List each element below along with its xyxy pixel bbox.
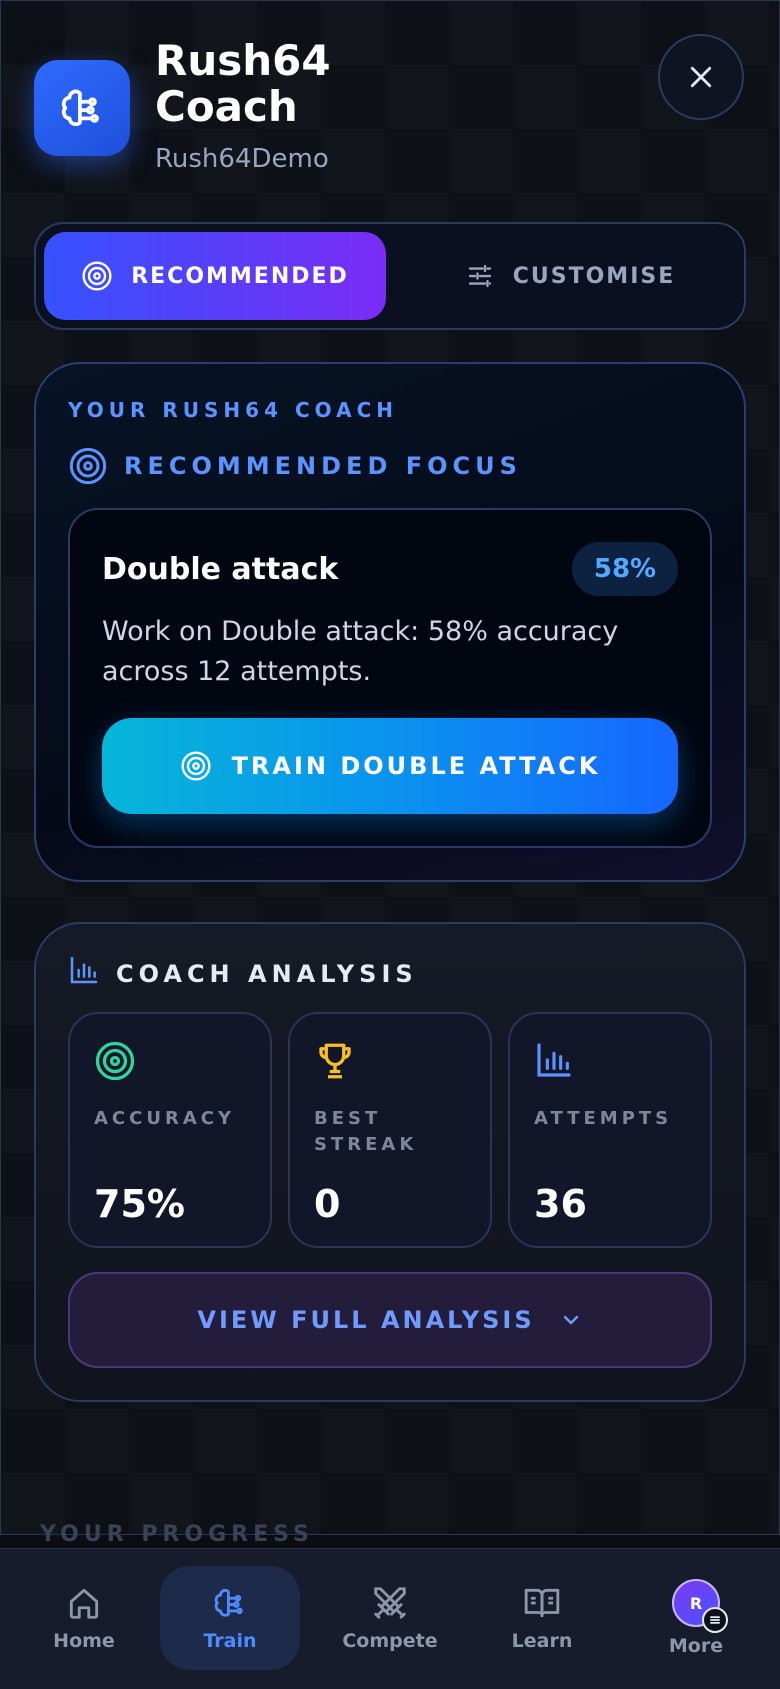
stat-value: 36 <box>534 1182 587 1226</box>
nav-label: More <box>668 1635 724 1657</box>
nav-label: Home <box>53 1630 115 1652</box>
tab-recommended[interactable]: RECOMMENDED <box>44 232 386 320</box>
focus-heading: RECOMMENDED FOCUS <box>124 452 522 480</box>
bar-chart-icon <box>537 1043 571 1077</box>
analysis-icon-wrap <box>68 954 100 990</box>
username: Rush64Demo <box>155 144 329 174</box>
stat-label: ATTEMPTS <box>534 1108 673 1129</box>
nav-home[interactable]: Home <box>14 1566 154 1670</box>
stat-accuracy: ACCURACY 75% <box>68 1012 272 1248</box>
brain-icon <box>214 1588 243 1617</box>
menu-badge <box>702 1607 728 1633</box>
target-icon <box>181 751 211 781</box>
app-logo <box>34 60 130 156</box>
train-button-label: TRAIN DOUBLE ATTACK <box>231 752 601 780</box>
brain-icon <box>61 89 99 127</box>
nav-label: Train <box>203 1630 257 1652</box>
focus-title: Double attack <box>102 552 339 587</box>
home-icon <box>69 1588 99 1619</box>
chevron-down-icon <box>563 1315 578 1325</box>
accuracy-badge: 58% <box>572 542 678 596</box>
coach-eyebrow: YOUR RUSH64 COACH <box>68 398 398 422</box>
tab-customise[interactable]: CUSTOMISE <box>420 232 720 320</box>
train-button[interactable]: TRAIN DOUBLE ATTACK <box>102 718 678 814</box>
avatar-initial: R <box>689 1593 703 1613</box>
nav-compete[interactable]: Compete <box>320 1566 460 1670</box>
nav-label: Learn <box>511 1630 573 1652</box>
focus-description: Work on Double attack: 58% accuracy acro… <box>102 616 619 687</box>
sliders-icon <box>468 264 491 288</box>
close-button[interactable] <box>658 34 744 120</box>
nav-learn[interactable]: Learn <box>472 1566 612 1670</box>
tab-customise-label: CUSTOMISE <box>512 263 676 289</box>
trophy-icon <box>319 1043 351 1079</box>
view-full-analysis-button[interactable]: VIEW FULL ANALYSIS <box>68 1272 712 1368</box>
stat-value: 0 <box>314 1182 341 1226</box>
swords-icon <box>374 1587 406 1619</box>
page-title: Rush64 Coach <box>155 36 331 131</box>
stat-attempts: ATTEMPTS 36 <box>508 1012 712 1248</box>
target-icon <box>69 447 107 485</box>
nav-label: Compete <box>342 1630 438 1652</box>
book-icon <box>524 1588 560 1618</box>
view-full-analysis-label: VIEW FULL ANALYSIS <box>197 1306 535 1334</box>
focus-target-icon-wrap <box>68 446 108 490</box>
tab-recommended-label: RECOMMENDED <box>131 263 349 289</box>
close-icon <box>690 66 712 88</box>
target-icon <box>82 261 112 291</box>
menu-icon <box>710 1616 720 1624</box>
stat-value: 75% <box>94 1182 185 1226</box>
stat-label: BEST STREAK <box>314 1108 418 1155</box>
section-heading-progress: YOUR PROGRESS <box>40 1522 314 1547</box>
avatar: R <box>672 1579 728 1633</box>
target-icon <box>95 1041 135 1081</box>
nav-more[interactable]: R More <box>626 1566 766 1670</box>
stat-label: ACCURACY <box>94 1108 236 1129</box>
bar-chart-icon <box>70 956 98 984</box>
stat-best-streak: BEST STREAK 0 <box>288 1012 492 1248</box>
analysis-heading: COACH ANALYSIS <box>116 960 418 988</box>
nav-train[interactable]: Train <box>160 1566 300 1670</box>
